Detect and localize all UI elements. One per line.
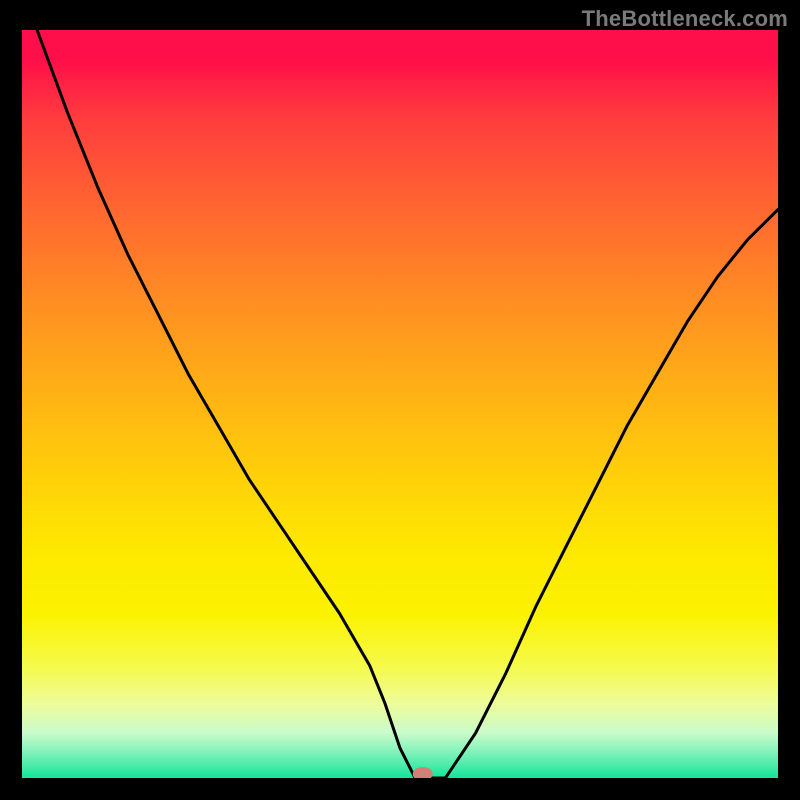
- plot-area: [22, 30, 778, 778]
- watermark-text: TheBottleneck.com: [582, 6, 788, 32]
- chart-stage: TheBottleneck.com: [0, 0, 800, 800]
- chart-overlay: [22, 30, 778, 778]
- bottleneck-curve: [37, 30, 778, 778]
- optimal-marker: [413, 767, 433, 778]
